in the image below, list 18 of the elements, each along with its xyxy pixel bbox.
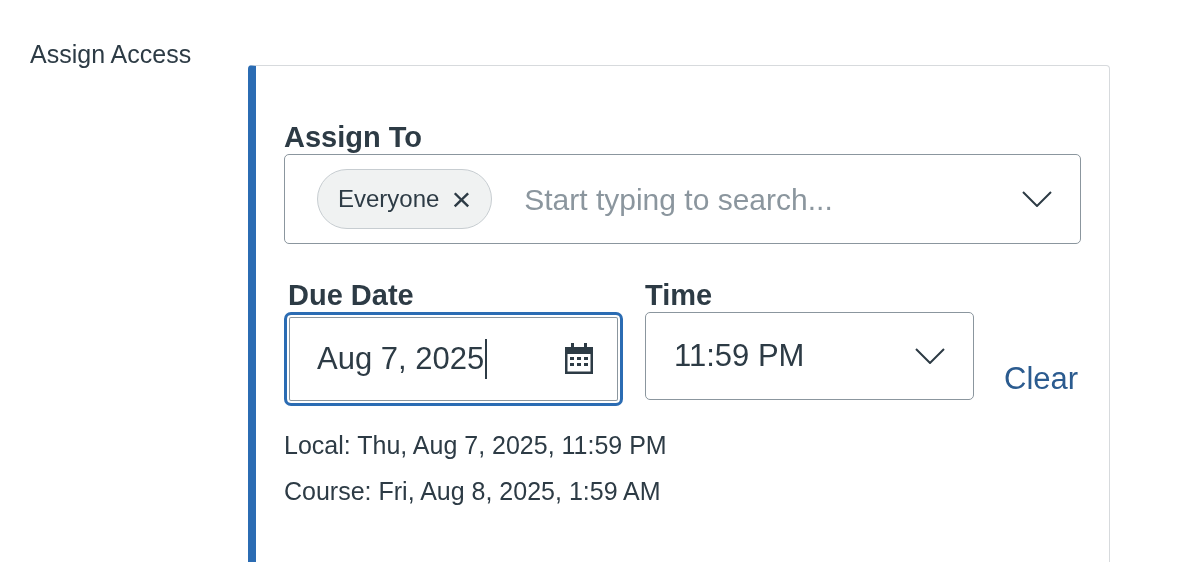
remove-chip-button[interactable]: ×: [451, 182, 472, 216]
field-label: Assign To: [284, 120, 423, 154]
field-label: Time: [645, 278, 713, 312]
chip-label: Everyone: [338, 184, 440, 214]
chevron-down-icon: [915, 348, 945, 364]
search-input[interactable]: Start typing to search...: [524, 176, 990, 222]
time-select[interactable]: 11:59 PM: [645, 312, 974, 400]
due-date-field[interactable]: Aug 7, 2025: [284, 312, 623, 406]
section-label: Assign Access: [30, 40, 192, 68]
text-cursor: [485, 339, 488, 379]
date-value: Aug 7, 2025: [317, 339, 485, 378]
course-time-text: Course: Fri, Aug 8, 2025, 1:59 AM: [284, 476, 661, 507]
local-time-text: Local: Thu, Aug 7, 2025, 11:59 PM: [284, 430, 667, 461]
field-label: Due Date: [288, 278, 414, 312]
chevron-down-icon: [1022, 191, 1052, 207]
calendar-icon: [564, 343, 594, 375]
assign-to-field[interactable]: Everyone × Start typing to search...: [284, 154, 1081, 244]
clear-link[interactable]: Clear: [1004, 356, 1079, 403]
